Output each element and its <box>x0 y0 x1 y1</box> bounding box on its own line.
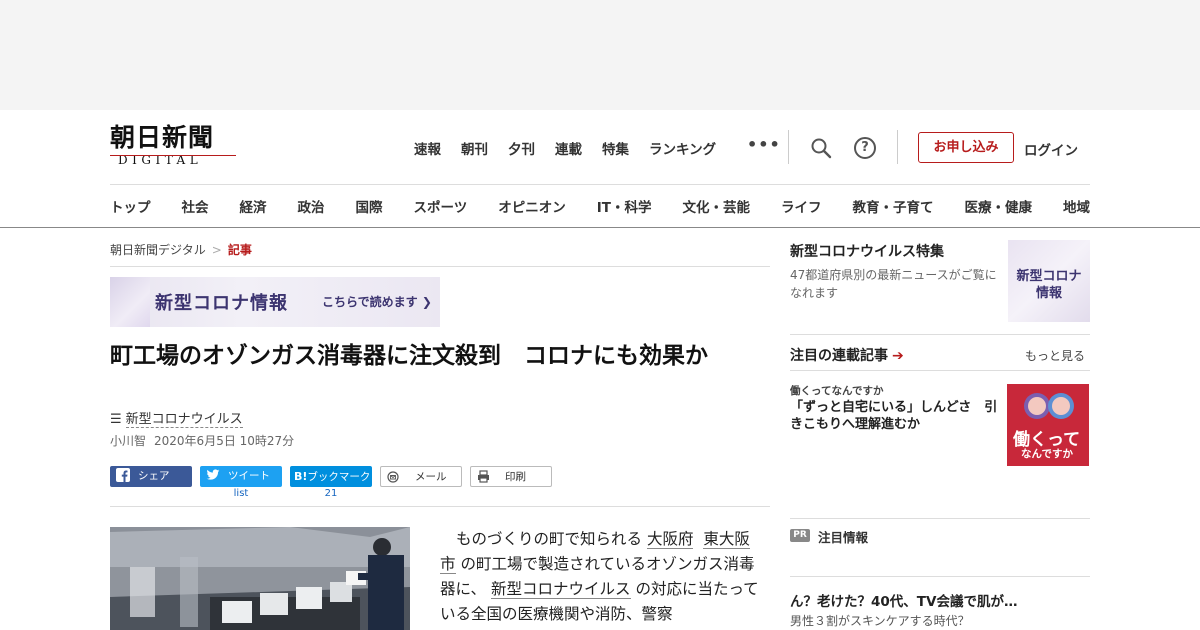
corona-feature-thumbnail[interactable]: 新型コロナ 情報 <box>1008 240 1090 322</box>
site-header: 朝日新聞 DIGITAL 速報 朝刊 夕刊 連載 特集 ランキング ••• ? … <box>0 110 1200 228</box>
nav-sokuho[interactable]: 速報 <box>414 138 441 158</box>
corona-feature-desc: 47都道府県別の最新ニュースがご覧になれます <box>790 268 997 300</box>
nav-ranking[interactable]: ランキング <box>649 138 716 158</box>
series-thumbnail[interactable]: 働くって なんですか <box>1007 384 1089 466</box>
cat-life[interactable]: ライフ <box>781 196 822 216</box>
logo-rule <box>110 155 236 156</box>
author: 小川智 <box>110 434 147 448</box>
print-button[interactable]: 印刷 <box>470 466 552 487</box>
article-tag[interactable]: ☰ 新型コロナウイルス <box>110 408 243 428</box>
list-icon: ☰ <box>110 412 122 427</box>
logo-kanji: 朝日新聞 <box>110 123 215 152</box>
series-thumb-sub: なんですか <box>1021 448 1073 460</box>
article-photo[interactable] <box>110 527 410 630</box>
cat-international[interactable]: 国際 <box>356 196 383 216</box>
banner-subtitle: こちらで読めます ❯ <box>322 295 432 309</box>
breadcrumb-home[interactable]: 朝日新聞デジタル <box>110 243 206 257</box>
banner-decoration <box>110 277 150 327</box>
breadcrumb-current: 記事 <box>227 243 252 257</box>
help-icon[interactable]: ? <box>854 137 876 159</box>
series-article-headline[interactable]: 「ずっと自宅にいる」しんどさ 引きこもりへ理解進むか <box>790 399 1000 433</box>
site-logo[interactable]: 朝日新聞 DIGITAL <box>110 124 240 170</box>
cat-sports[interactable]: スポーツ <box>414 196 468 216</box>
ad-banner-area <box>0 0 1200 110</box>
facebook-icon <box>116 468 130 482</box>
hatena-icon: B! <box>294 470 308 483</box>
nav-rensai[interactable]: 連載 <box>555 138 582 158</box>
breadcrumb: 朝日新聞デジタル > 記事 <box>110 241 252 258</box>
search-icon[interactable] <box>810 137 832 159</box>
print-icon <box>477 470 491 484</box>
divider <box>897 130 898 164</box>
cat-culture[interactable]: 文化・芸能 <box>682 196 750 216</box>
series-name[interactable]: 働くってなんですか <box>790 383 883 398</box>
cat-health[interactable]: 医療・健康 <box>964 196 1032 216</box>
pr-badge: PR <box>790 529 810 542</box>
cat-it-science[interactable]: IT・科学 <box>597 196 652 216</box>
pr-article-title[interactable]: ん？老けた？40代、TV会議で肌が… <box>790 590 1017 610</box>
pr-article-sub[interactable]: 男性３割がスキンケアする時代？ <box>790 612 970 629</box>
header-divider <box>110 184 1090 185</box>
top-nav: 速報 朝刊 夕刊 連載 特集 ランキング <box>414 138 736 158</box>
featured-series-heading[interactable]: 注目の連載記事 ➔ <box>790 345 904 365</box>
twitter-count[interactable]: list <box>200 488 282 499</box>
divider <box>790 370 1090 371</box>
cat-politics[interactable]: 政治 <box>298 196 325 216</box>
arrow-right-icon: ➔ <box>892 348 904 364</box>
mail-share-button[interactable]: メール <box>380 466 462 487</box>
divider <box>110 266 770 267</box>
more-menu-icon[interactable]: ••• <box>747 135 781 154</box>
pr-section-label: 注目情報 <box>818 530 869 545</box>
cat-education[interactable]: 教育・子育て <box>852 196 933 216</box>
corona-info-banner[interactable]: 新型コロナ情報 こちらで読めます ❯ <box>110 277 440 327</box>
nav-choukan[interactable]: 朝刊 <box>461 138 488 158</box>
article-headline: 町工場のオゾンガス消毒器に注文殺到 コロナにも効果か <box>110 343 708 369</box>
link-osaka[interactable]: 大阪府 <box>646 530 694 549</box>
twitter-icon <box>206 468 220 482</box>
corona-thumb-label: 新型コロナ 情報 <box>1016 269 1082 301</box>
byline: 小川智 2020年6月5日 10時27分 <box>110 432 294 449</box>
nav-yukan[interactable]: 夕刊 <box>508 138 535 158</box>
link-coronavirus[interactable]: 新型コロナウイルス <box>490 580 631 599</box>
login-link[interactable]: ログイン <box>1024 139 1078 159</box>
divider <box>788 130 789 164</box>
cat-society[interactable]: 社会 <box>182 196 209 216</box>
divider <box>110 506 770 507</box>
breadcrumb-separator: > <box>211 243 222 257</box>
nav-tokushu[interactable]: 特集 <box>602 138 629 158</box>
mail-icon <box>387 470 401 484</box>
cat-economy[interactable]: 経済 <box>240 196 267 216</box>
banner-title: 新型コロナ情報 <box>155 293 288 314</box>
tag-label: 新型コロナウイルス <box>125 412 243 428</box>
divider <box>790 334 1090 335</box>
twitter-share-button[interactable]: ツイート <box>200 466 282 487</box>
subscribe-button[interactable]: お申し込み <box>918 132 1014 163</box>
cat-top[interactable]: トップ <box>110 196 151 216</box>
see-more-link[interactable]: もっと見る <box>1025 347 1085 364</box>
publish-date: 2020年6月5日 10時27分 <box>154 434 295 448</box>
divider <box>790 576 1090 577</box>
cat-opinion[interactable]: オピニオン <box>498 196 566 216</box>
article-body: ものづくりの町で知られる 大阪府 東大阪市 の町工場で製造されているオゾンガス消… <box>440 530 759 623</box>
hatena-count[interactable]: 21 <box>290 488 372 499</box>
divider <box>790 518 1090 519</box>
facebook-share-button[interactable]: シェア <box>110 466 192 487</box>
hatena-bookmark-button[interactable]: B!ブックマーク <box>290 466 372 487</box>
category-nav: トップ 社会 経済 政治 国際 スポーツ オピニオン IT・科学 文化・芸能 ラ… <box>110 196 1090 216</box>
corona-feature-title[interactable]: 新型コロナウイルス特集 <box>790 241 944 261</box>
cat-region[interactable]: 地域 <box>1063 196 1090 216</box>
